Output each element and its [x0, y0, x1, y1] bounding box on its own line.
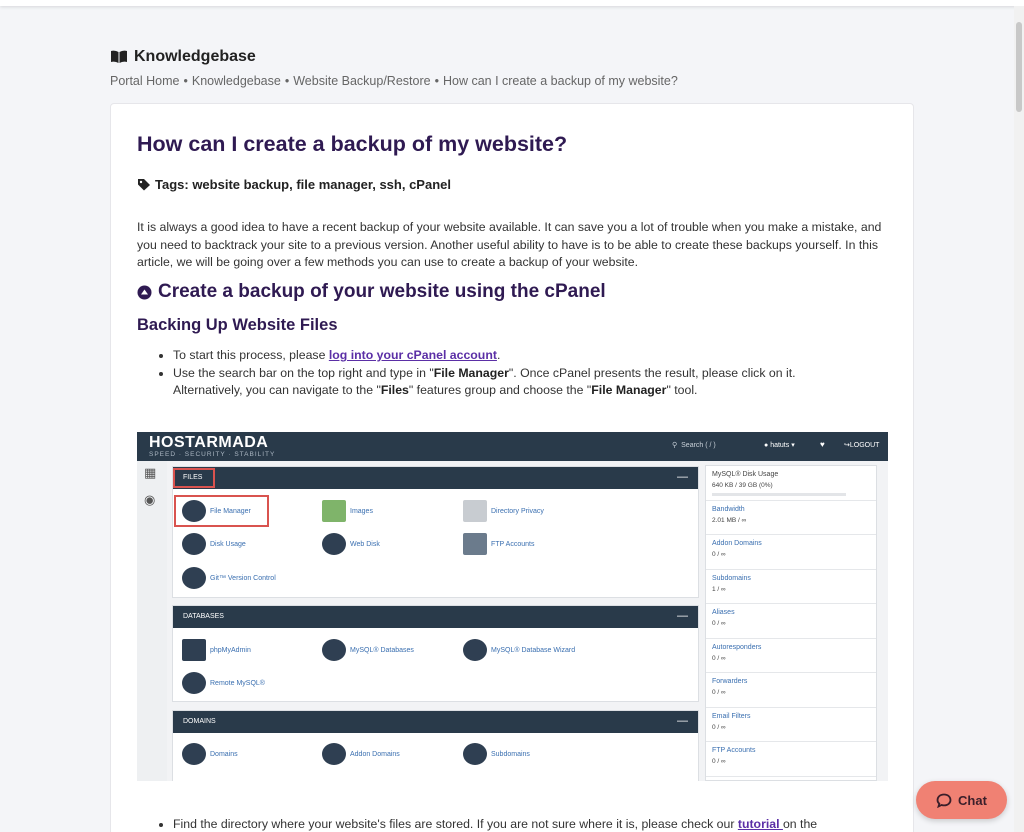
caret-down-icon: ▾ [791, 442, 795, 449]
cpanel-user: ● hatuts ▾ [764, 442, 795, 449]
steps-list: To start this process, please log into y… [161, 347, 841, 400]
cpanel-search: ⚲ Search ( / ) [672, 441, 716, 450]
chat-label: Chat [958, 792, 987, 808]
tag-icon [138, 179, 150, 191]
tool-mysql-wizard: MySQL® Database Wizard [463, 639, 575, 661]
cpanel-logo: HOSTARMADA [149, 434, 269, 451]
kb-title: Knowledgebase [134, 48, 256, 65]
tutorial-link[interactable]: tutorial [738, 817, 783, 831]
databases-panel: DATABASES — phpMyAdmin MySQL® Databases M… [172, 605, 699, 702]
book-icon [111, 50, 127, 63]
domains-header: DOMAINS [183, 718, 216, 725]
search-icon: ⚲ [672, 442, 678, 449]
list-item: To start this process, please log into y… [173, 347, 841, 365]
cpanel-login-link[interactable]: log into your cPanel account [329, 348, 497, 362]
tool-mysql-databases: MySQL® Databases [322, 639, 414, 661]
chat-button[interactable]: Chat [916, 781, 1007, 819]
highlight-file-manager [174, 495, 269, 527]
breadcrumb-current: How can I create a backup of my website? [442, 74, 678, 88]
kb-header: Knowledgebase [110, 48, 256, 66]
stat-email-filters: Email Filters 0 / ∞ [706, 708, 876, 742]
disk-usage-icon [182, 533, 206, 555]
tool-web-disk: Web Disk [322, 533, 380, 555]
database-wizard-icon [463, 639, 487, 661]
bell-icon: ♥ [820, 440, 825, 449]
cpanel-logout: ↪LOGOUT [844, 442, 880, 449]
highlight-files [173, 468, 215, 488]
tool-git: Git™ Version Control [182, 567, 276, 589]
grid-icon: ▦ [144, 465, 157, 480]
user-icon: ● [764, 442, 769, 449]
stat-bandwidth: Bandwidth 2.01 MB / ∞ [706, 501, 876, 535]
truck-icon [463, 533, 487, 555]
cpanel-screenshot: HOSTARMADA SPEED · SECURITY · STABILITY … [137, 432, 888, 781]
web-disk-icon [322, 533, 346, 555]
article-card: How can I create a backup of my website?… [110, 103, 914, 832]
subdomains-icon [463, 743, 487, 765]
git-icon [182, 567, 206, 589]
files-panel: FILES — File Manager Images Directory Pri… [172, 466, 699, 598]
addon-domains-icon [322, 743, 346, 765]
cpanel-stats: MySQL® Disk Usage 640 KB / 39 GB (0%) Ban… [705, 465, 877, 781]
breadcrumb-portal-home[interactable]: Portal Home [110, 74, 179, 88]
databases-header: DATABASES [183, 613, 224, 620]
stat-mysql-disk: MySQL® Disk Usage 640 KB / 39 GB (0%) [706, 466, 876, 501]
remote-mysql-icon [182, 672, 206, 694]
usage-bar [712, 493, 846, 496]
tool-addon-domains: Addon Domains [322, 743, 400, 765]
users-icon: ◉ [144, 492, 156, 507]
tool-ftp-accounts: FTP Accounts [463, 533, 534, 555]
list-item: Find the directory where your website's … [173, 816, 881, 832]
tool-remote-mysql: Remote MySQL® [182, 672, 265, 694]
database-icon [322, 639, 346, 661]
phpmyadmin-icon [182, 639, 206, 661]
tool-domains: Domains [182, 743, 238, 765]
minus-icon: — [677, 610, 688, 622]
domains-panel: DOMAINS — Domains Addon Domains Subdomain… [172, 710, 699, 781]
stat-forwarders: Forwarders 0 / ∞ [706, 673, 876, 708]
domains-icon [182, 743, 206, 765]
tool-images: Images [322, 500, 373, 522]
breadcrumb-category[interactable]: Website Backup/Restore [293, 74, 430, 88]
minus-icon: — [677, 715, 688, 727]
stat-subdomains: Subdomains 1 / ∞ [706, 570, 876, 604]
tool-subdomains: Subdomains [463, 743, 530, 765]
tool-disk-usage: Disk Usage [182, 533, 246, 555]
breadcrumb-knowledgebase[interactable]: Knowledgebase [192, 74, 281, 88]
stat-ftp-accounts: FTP Accounts 0 / ∞ [706, 742, 876, 777]
minus-icon: — [677, 471, 688, 483]
section-title: Create a backup of your website using th… [137, 281, 606, 303]
stat-addon-domains: Addon Domains 0 / ∞ [706, 535, 876, 570]
cpanel-tagline: SPEED · SECURITY · STABILITY [149, 451, 276, 458]
steps-list-continued: Find the directory where your website's … [161, 816, 881, 832]
section-title-text: Create a backup of your website using th… [158, 281, 606, 302]
tags-label: Tags: website backup, file manager, ssh,… [155, 177, 451, 192]
page-scrollbar[interactable] [1014, 6, 1024, 832]
article-title: How can I create a backup of my website? [137, 132, 568, 156]
cpanel-icon [137, 285, 152, 299]
breadcrumb: Portal Home • Knowledgebase • Website Backup… [110, 74, 678, 88]
stat-aliases: Aliases 0 / ∞ [706, 604, 876, 639]
article-intro: It is always a good idea to have a recen… [137, 220, 882, 269]
chat-bubble-icon [936, 793, 952, 808]
top-bar [0, 0, 1024, 6]
cpanel-sidebar: ▦ ◉ [137, 461, 167, 781]
folder-icon [463, 500, 487, 522]
tool-phpmyadmin: phpMyAdmin [182, 639, 251, 661]
article-tags: Tags: website backup, file manager, ssh,… [137, 177, 451, 192]
list-item: Use the search bar on the top right and … [173, 365, 841, 400]
images-icon [322, 500, 346, 522]
scroll-thumb[interactable] [1016, 22, 1022, 112]
tool-directory-privacy: Directory Privacy [463, 500, 544, 522]
subsection-title: Backing Up Website Files [137, 316, 338, 334]
cpanel-topbar: HOSTARMADA SPEED · SECURITY · STABILITY … [137, 432, 888, 461]
stat-autoresponders: Autoresponders 0 / ∞ [706, 639, 876, 673]
